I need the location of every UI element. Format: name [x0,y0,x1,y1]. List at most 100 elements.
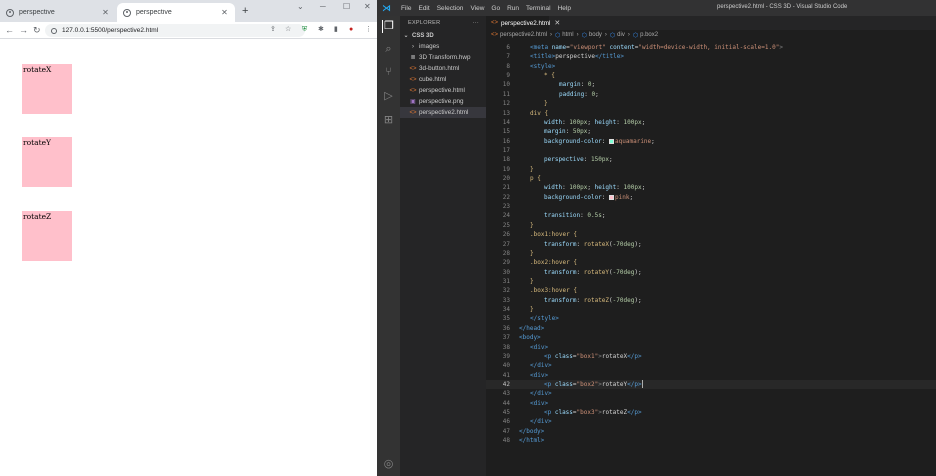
breadcrumb-div[interactable]: div [617,32,625,38]
line-number: 33 [502,296,510,304]
code-line: 8 <style> [486,62,936,71]
explorer-files-icon[interactable]: ❐ [382,20,395,33]
code-token: rotateY [601,380,628,388]
tree-item-images[interactable]: › images [400,41,486,52]
editor-tab-perspective2[interactable]: <> perspective2.html ✕ [486,16,560,30]
code-token: 150px [590,156,610,164]
menu-go[interactable]: Go [491,5,500,12]
chevron-right-icon: › [550,32,553,38]
menu-view[interactable]: View [470,5,484,12]
code-token: <p [544,380,555,388]
minimize-icon[interactable]: ─ [320,2,326,11]
menu-kebab-icon[interactable]: ⋮ [365,25,372,35]
workspace-folder-label: CSS 3D [412,32,434,39]
reload-icon[interactable]: ↻ [33,24,41,36]
color-swatch[interactable] [609,194,615,200]
line-number: 25 [502,221,510,229]
extensions-icon[interactable]: ⊞ [382,114,395,127]
activity-bar: ❐ ⌕ ⑂ ▷ ⊞ ◎ [377,16,400,476]
line-number: 23 [502,203,510,211]
breadcrumb-p[interactable]: p.box2 [640,32,658,38]
html-file-icon: <> [491,20,499,26]
line-number: 39 [502,352,510,360]
menu-run[interactable]: Run [507,5,519,12]
chevron-down-icon[interactable]: ⌄ [297,2,304,11]
close-window-icon[interactable]: ✕ [364,2,371,11]
tab-strip: perspective ✕ perspective ✕ + ⌄ ─ ☐ ✕ [0,0,377,22]
code-token: rotateX [601,352,628,360]
menu-edit[interactable]: Edit [418,5,429,12]
tree-item-label: 3D Transform.hwp [419,54,471,61]
tree-item-label: perspective.html [419,87,465,94]
close-editor-icon[interactable]: ✕ [554,19,560,27]
back-icon[interactable]: ← [5,24,14,36]
code-token: </p> [627,409,642,417]
menu-file[interactable]: File [401,5,411,12]
explorer-sidebar: EXPLORER ··· ⌄ CSS 3D › images ≣ 3D Tran… [400,16,486,476]
forward-icon[interactable]: → [19,24,28,36]
source-control-icon[interactable]: ⑂ [382,66,395,79]
code-line: 47 </body> [486,427,936,436]
code-token: </head> [519,324,545,332]
close-tab-icon[interactable]: ✕ [220,8,229,17]
line-number: 41 [502,371,510,379]
code-line: 26 .box1:hover { [486,230,936,239]
breadcrumb-file[interactable]: perspective2.html [500,32,547,38]
line-number: 46 [502,418,510,426]
menu-terminal[interactable]: Terminal [526,5,551,12]
code-editor[interactable]: 6 <meta name="viewport" content="width=de… [486,43,936,445]
share-icon[interactable]: ⇪ [270,25,276,35]
browser-tab-2-active[interactable]: perspective ✕ [117,3,235,22]
url-text: 127.0.0.1:5500/perspective2.html [62,27,159,34]
code-token: div { [530,109,549,117]
code-token: 0.5s [587,212,602,220]
explorer-more-button[interactable]: ··· [473,20,479,26]
code-token: class [554,352,573,360]
line-number: 48 [502,437,510,445]
code-token: .box2:hover { [530,259,577,267]
run-debug-icon[interactable]: ▷ [382,90,395,103]
element-icon: ⬡ [609,32,616,39]
line-number: 12 [502,100,510,108]
maximize-icon[interactable]: ☐ [343,2,350,11]
profile-avatar-icon[interactable]: ● [349,25,353,35]
code-line: 18 perspective: 150px; [486,155,936,164]
search-icon[interactable]: ⌕ [382,43,395,56]
tree-item-perspective2[interactable]: <> perspective2.html [400,107,486,118]
code-line: 33 transform: rotateZ(-70deg); [486,296,936,305]
line-number: 26 [502,231,510,239]
breadcrumb-body[interactable]: body [589,32,602,38]
menu-help[interactable]: Help [558,5,571,12]
bookmark-star-icon[interactable]: ☆ [285,25,291,35]
tree-item-cube[interactable]: <> cube.html [400,74,486,85]
site-info-icon[interactable] [51,27,57,34]
tree-item-perspective[interactable]: <> perspective.html [400,85,486,96]
code-line: 45 <p class="box3">rotateZ</p> [486,408,936,417]
code-line: 7 <title>perspective</title> [486,52,936,61]
close-tab-icon[interactable]: ✕ [101,8,110,17]
rotatex-box[interactable]: rotateX [22,64,72,114]
shield-extension-icon[interactable]: ⛨ [302,25,307,35]
sidepanel-icon[interactable]: ▮ [334,25,338,35]
breadcrumb-html[interactable]: html [562,32,573,38]
tree-item-3d-button[interactable]: <> 3d-button.html [400,63,486,74]
menu-selection[interactable]: Selection [437,5,464,12]
code-token: content [605,44,635,51]
line-number: 42 [502,380,510,388]
line-number: 34 [502,306,510,314]
tree-item-perspective-png[interactable]: ▣ perspective.png [400,96,486,107]
line-number: 24 [502,212,510,220]
color-swatch[interactable] [609,138,615,144]
chevron-down-icon: ⌄ [403,33,409,39]
line-number: 40 [502,362,510,370]
account-icon[interactable]: ◎ [382,458,395,471]
rotatez-box[interactable]: rotateZ [22,211,72,261]
address-bar[interactable]: 127.0.0.1:5500/perspective2.html [45,24,305,37]
new-tab-button[interactable]: + [242,5,248,17]
workspace-folder[interactable]: ⌄ CSS 3D [400,30,486,41]
rotatey-box[interactable]: rotateY [22,137,72,187]
browser-tab-1[interactable]: perspective ✕ [0,3,116,22]
code-token: -70deg [612,240,635,248]
extensions-puzzle-icon[interactable]: ✱ [318,25,324,35]
tree-item-hwp[interactable]: ≣ 3D Transform.hwp [400,52,486,63]
